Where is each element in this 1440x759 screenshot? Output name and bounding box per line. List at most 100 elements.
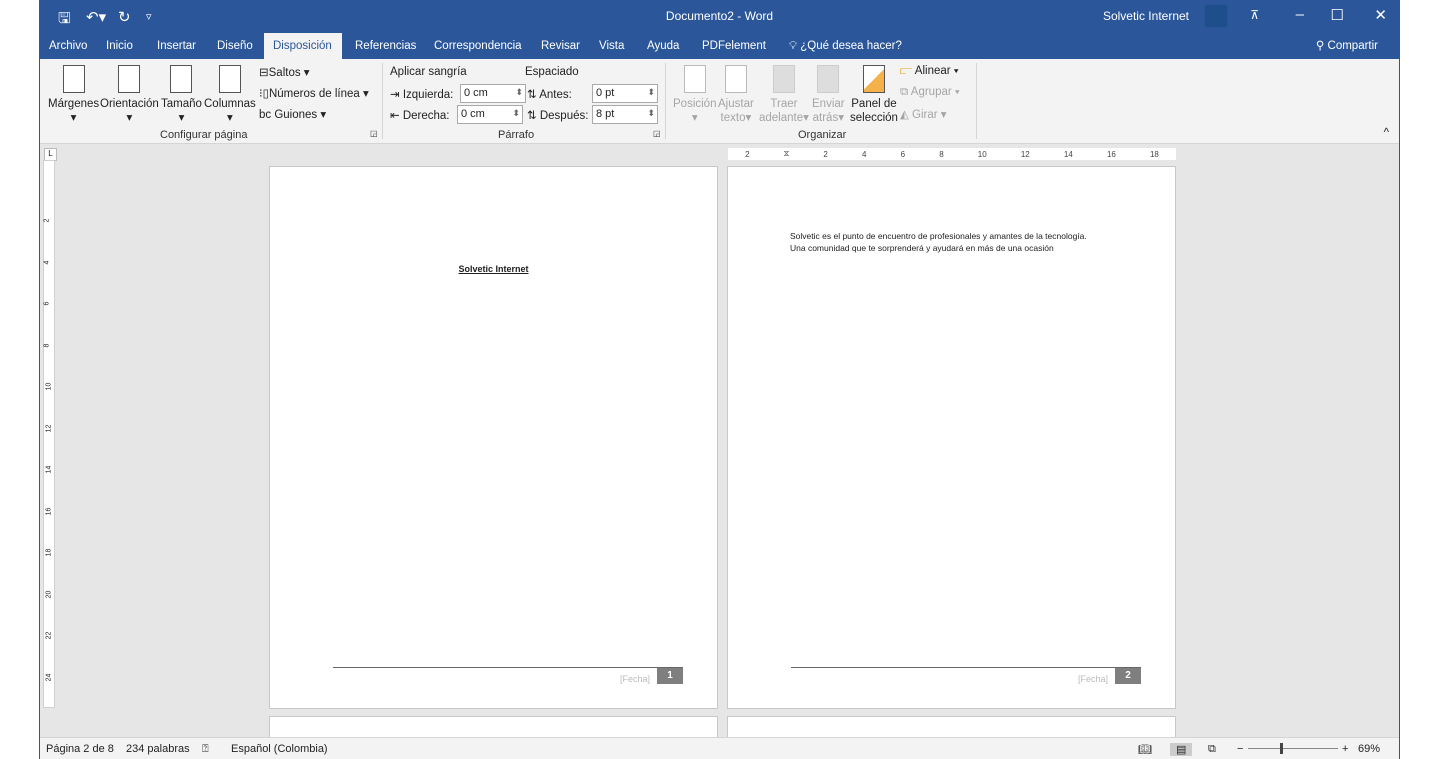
hyphenation-button[interactable]: bc Guiones ▾ xyxy=(259,107,326,121)
vruler-label: 14 xyxy=(45,465,53,474)
avatar[interactable] xyxy=(1205,5,1227,27)
size-button[interactable]: Tamaño ▾ xyxy=(161,65,202,125)
size-icon xyxy=(170,65,193,93)
tell-me-text: ¿Qué desea hacer? xyxy=(800,40,902,52)
title-bar: 🖫 ↶▾ ↻ ▿ Documento2 - Word Solvetic Inte… xyxy=(40,0,1399,33)
dialog-launcher-icon[interactable]: ◲ xyxy=(653,129,661,138)
page-2[interactable]: Solvetic es el punto de encuentro de pro… xyxy=(727,166,1176,709)
ruler-label: 14 xyxy=(1063,149,1073,159)
divider xyxy=(976,63,977,139)
language[interactable]: Español (Colombia) xyxy=(231,743,328,755)
orientation-button[interactable]: Orientación ▾ xyxy=(100,65,159,125)
person-icon: ⚲ xyxy=(1315,40,1328,52)
word-count[interactable]: 234 palabras xyxy=(126,743,190,755)
maximize-icon[interactable]: ☐ xyxy=(1331,6,1344,24)
forward-label-1: Traer xyxy=(770,98,798,110)
margins-icon xyxy=(62,65,85,93)
spacing-label: Espaciado xyxy=(525,66,579,78)
align-button[interactable]: ⫍ Alinear ▾ xyxy=(900,65,959,78)
send-backward-button: Enviar atrás▾ xyxy=(812,65,845,125)
web-layout-icon[interactable]: ⧉ xyxy=(1208,743,1216,756)
spacing-before-input[interactable]: 0 pt xyxy=(592,84,658,103)
vruler-label: 6 xyxy=(43,301,51,306)
indent-right-text: Derecha: xyxy=(402,110,450,122)
minimize-icon[interactable]: – xyxy=(1296,6,1304,23)
rotate-label: Girar xyxy=(912,109,938,121)
tab-inicio[interactable]: Inicio xyxy=(97,33,142,59)
columns-button[interactable]: Columnas ▾ xyxy=(204,65,256,125)
indent-left-input[interactable]: 0 cm xyxy=(460,84,526,103)
tab-archivo[interactable]: Archivo xyxy=(40,33,96,59)
zoom-slider[interactable] xyxy=(1248,743,1338,754)
ruler-label: 10 xyxy=(977,149,987,159)
group-label-arrange: Organizar xyxy=(798,129,847,141)
wrap-label-2: texto xyxy=(720,112,746,124)
tab-referencias[interactable]: Referencias xyxy=(346,33,425,59)
vruler-label: 24 xyxy=(45,673,53,681)
line-numbers-button[interactable]: ⁝▯Números de línea ▾ xyxy=(259,86,369,100)
ribbon-tabs: Archivo Inicio Insertar Diseño Disposici… xyxy=(40,33,1399,59)
columns-label: Columnas xyxy=(204,98,256,110)
share-button[interactable]: ⚲ Compartir xyxy=(1307,33,1387,59)
group-icon: ⧉ xyxy=(900,86,911,98)
indent-left-icon: ⇥ xyxy=(390,89,403,101)
collapse-ribbon-icon[interactable]: ^ xyxy=(1384,127,1389,139)
zoom-out-icon[interactable]: − xyxy=(1237,743,1243,755)
divider xyxy=(382,63,383,139)
zoom-in-icon[interactable]: + xyxy=(1342,743,1348,755)
tab-diseno[interactable]: Diseño xyxy=(208,33,262,59)
close-icon[interactable]: ✕ xyxy=(1374,6,1387,24)
page-number: 2 xyxy=(1115,668,1141,684)
indent-right-label: ⇤ Derecha: xyxy=(390,108,450,122)
vruler-label: 12 xyxy=(45,424,53,432)
horizontal-ruler[interactable]: 2 ⧖ 2 4 6 8 10 12 14 16 18 xyxy=(728,148,1176,160)
selection-pane-button[interactable]: Panel de selección xyxy=(850,65,898,125)
orientation-icon xyxy=(118,65,141,93)
footer-date: [Fecha] xyxy=(620,674,651,684)
ribbon-display-icon[interactable]: ⊼ xyxy=(1250,8,1259,22)
position-label: Posición xyxy=(673,98,717,110)
zoom-level[interactable]: 69% xyxy=(1358,743,1380,755)
align-label: Alinear xyxy=(914,65,951,77)
forward-label-2: adelante xyxy=(759,112,804,124)
spacing-after-label: ⇅ Después: xyxy=(527,108,588,122)
footer-line xyxy=(333,667,683,668)
read-mode-icon[interactable]: 📖︎ xyxy=(1138,743,1152,756)
word-window: 🖫 ↶▾ ↻ ▿ Documento2 - Word Solvetic Inte… xyxy=(39,0,1400,759)
page-1[interactable]: Solvetic Internet [Fecha] 1 xyxy=(269,166,718,709)
indent-left-label: ⇥ Izquierda: xyxy=(390,87,453,101)
tab-ayuda[interactable]: Ayuda xyxy=(638,33,688,59)
tab-disposicion[interactable]: Disposición xyxy=(264,33,342,59)
indent-right-input[interactable]: 0 cm xyxy=(457,105,523,124)
columns-icon xyxy=(218,65,241,93)
vruler-label: 18 xyxy=(45,548,53,557)
wrap-label-1: Ajustar xyxy=(718,98,754,110)
tab-pdfelement[interactable]: PDFelement xyxy=(693,33,775,59)
breaks-button[interactable]: ⊟Saltos ▾ xyxy=(259,65,310,79)
indent-left-text: Izquierda: xyxy=(402,89,454,101)
proofing-icon[interactable]: ⍰ xyxy=(202,743,209,756)
zoom-slider-thumb[interactable] xyxy=(1279,743,1283,754)
dialog-launcher-icon[interactable]: ◲ xyxy=(370,129,378,138)
vruler-label: 22 xyxy=(45,631,53,640)
page-heading: Solvetic Internet xyxy=(458,264,529,274)
user-name[interactable]: Solvetic Internet xyxy=(1103,9,1189,23)
align-icon: ⫍ xyxy=(900,65,915,77)
print-layout-icon[interactable]: ▤ xyxy=(1170,743,1193,756)
vertical-ruler[interactable]: 2 4 6 8 10 12 14 16 18 20 22 24 xyxy=(43,160,55,708)
tab-vista[interactable]: Vista xyxy=(590,33,633,59)
breaks-icon: ⊟ xyxy=(259,67,269,79)
indent-marker-icon[interactable]: ⧖ xyxy=(784,149,790,159)
ruler-label: 6 xyxy=(900,149,906,159)
tab-revisar[interactable]: Revisar xyxy=(532,33,589,59)
spacing-after-input[interactable]: 8 pt xyxy=(592,105,658,124)
page-count[interactable]: Página 2 de 8 xyxy=(46,743,114,755)
body-text: Solvetic es el punto de encuentro de pro… xyxy=(790,230,1087,254)
tab-insertar[interactable]: Insertar xyxy=(148,33,205,59)
margins-button[interactable]: Márgenes ▾ xyxy=(48,65,99,125)
divider xyxy=(665,63,666,139)
vruler-label: 8 xyxy=(43,343,51,347)
tell-me[interactable]: 💡︎ ¿Qué desea hacer? xyxy=(780,33,911,59)
indent-label: Aplicar sangría xyxy=(390,66,467,78)
tab-correspondencia[interactable]: Correspondencia xyxy=(425,33,531,59)
